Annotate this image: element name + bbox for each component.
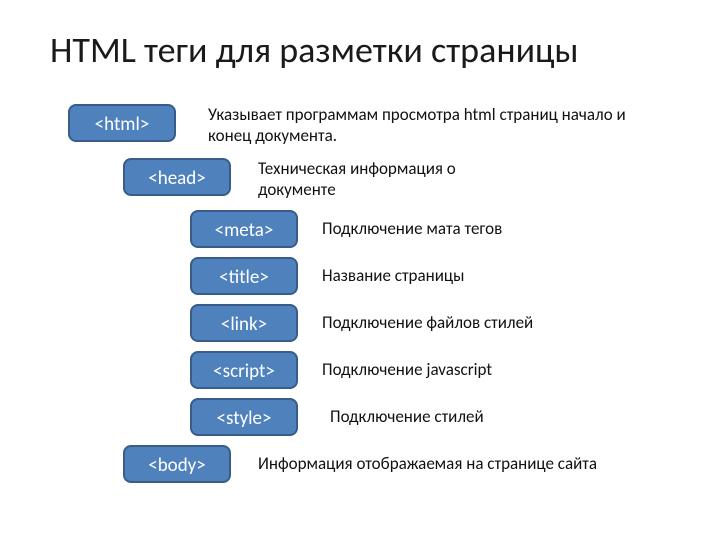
desc-style: Подключение стилей — [330, 406, 650, 427]
tag-head: <head> — [123, 158, 231, 196]
tag-script: <script> — [190, 351, 298, 389]
desc-link: Подключение файлов стилей — [322, 312, 642, 333]
desc-title: Название страницы — [322, 265, 642, 286]
tag-body: <body> — [123, 445, 231, 483]
tag-row-meta: <meta> Подключение мата тегов — [0, 210, 720, 252]
page-title: HTML теги для разметки страницы — [50, 28, 680, 72]
tag-link: <link> — [190, 304, 298, 342]
tag-style: <style> — [190, 398, 298, 436]
desc-body: Информация отображаемая на странице сайт… — [258, 453, 678, 474]
desc-html: Указывает программам просмотра html стра… — [208, 104, 638, 147]
tag-row-head: <head> Техническая информация о документ… — [0, 158, 720, 200]
tag-title: <title> — [190, 257, 298, 295]
tag-row-html: <html> Указывает программам просмотра ht… — [0, 104, 720, 146]
tag-row-link: <link> Подключение файлов стилей — [0, 304, 720, 346]
tag-row-body: <body> Информация отображаемая на страни… — [0, 445, 720, 487]
desc-head: Техническая информация о документе — [258, 158, 518, 201]
tag-row-style: <style> Подключение стилей — [0, 398, 720, 440]
tag-row-script: <script> Подключение javascript — [0, 351, 720, 393]
desc-meta: Подключение мата тегов — [322, 218, 642, 239]
slide: HTML теги для разметки страницы <html> У… — [0, 0, 720, 540]
tag-meta: <meta> — [190, 210, 298, 248]
tag-row-title: <title> Название страницы — [0, 257, 720, 299]
tag-html: <html> — [68, 104, 176, 142]
desc-script: Подключение javascript — [322, 359, 642, 380]
